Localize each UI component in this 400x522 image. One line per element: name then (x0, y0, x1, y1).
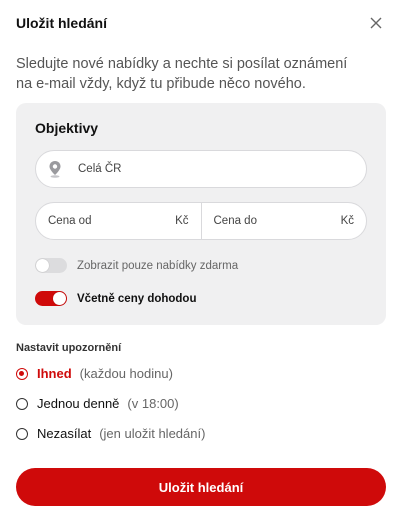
price-to-placeholder: Cena do (213, 215, 257, 227)
modal-description: Sledujte nové nabídky a nechte si posíla… (16, 56, 348, 92)
option-hint: (v 18:00) (127, 396, 179, 411)
free-only-row: Zobrazit pouze nabídky zdarma (35, 258, 238, 273)
price-range: Cena od Kč Cena do Kč (35, 202, 367, 240)
notify-option-none[interactable]: Nezasílat (jen uložit hledání) (16, 426, 205, 441)
option-hint: (každou hodinu) (79, 366, 173, 381)
free-only-toggle[interactable] (35, 258, 67, 273)
free-only-label: Zobrazit pouze nabídky zdarma (77, 259, 239, 272)
price-from-field[interactable]: Cena od Kč (36, 203, 202, 239)
filters-panel: Objektivy Celá ČR Cena od Kč Cena do Kč (16, 103, 386, 325)
radio-selected[interactable] (16, 367, 28, 380)
option-hint: (jen uložit hledání) (99, 426, 206, 441)
save-search-button[interactable]: Uložit hledání (16, 468, 386, 506)
filters-title: Objektivy (35, 120, 99, 136)
negotiable-label: Včetně ceny dohodou (77, 292, 197, 305)
price-to-currency: Kč (340, 215, 354, 227)
close-icon[interactable] (366, 13, 386, 33)
location-pin-icon (48, 159, 62, 179)
option-label: Jednou denně (37, 396, 120, 411)
negotiable-toggle[interactable] (35, 291, 67, 306)
radio[interactable] (16, 427, 28, 440)
save-search-modal: Uložit hledání Sledujte nové nabídky a n… (0, 0, 400, 522)
option-label: Ihned (37, 366, 72, 381)
notifications-title: Nastavit upozornění (16, 342, 122, 354)
option-label: Nezasílat (37, 426, 92, 441)
negotiable-row: Včetně ceny dohodou (35, 291, 197, 306)
location-value: Celá ČR (78, 163, 122, 175)
location-field[interactable]: Celá ČR (35, 150, 367, 188)
price-from-placeholder: Cena od (48, 215, 92, 227)
radio[interactable] (16, 397, 28, 410)
price-from-currency: Kč (175, 215, 189, 227)
notify-option-daily[interactable]: Jednou denně (v 18:00) (16, 396, 179, 411)
price-to-field[interactable]: Cena do Kč (202, 203, 367, 239)
modal-title: Uložit hledání (16, 15, 107, 31)
notify-option-immediately[interactable]: Ihned (každou hodinu) (16, 366, 173, 381)
